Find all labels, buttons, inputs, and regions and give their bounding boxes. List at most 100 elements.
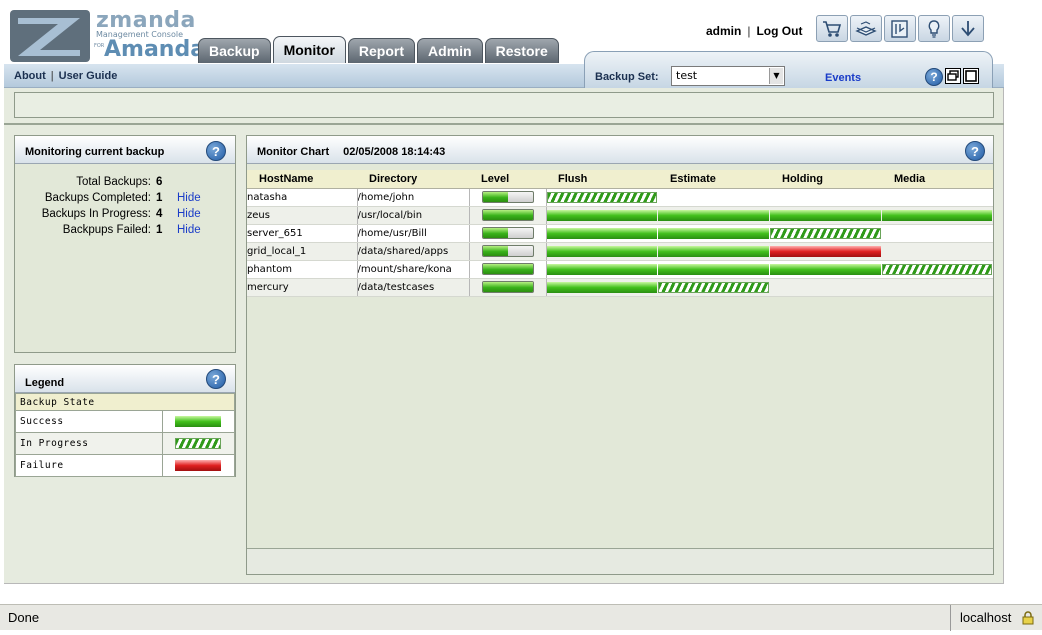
stat-row: Backups In Progress: 4 Hide <box>15 208 237 224</box>
maximize-window-icon[interactable] <box>963 68 979 84</box>
level-bar <box>481 245 534 257</box>
status-text: Done <box>8 610 40 625</box>
tab-admin[interactable]: Admin <box>417 38 483 63</box>
stat-row: Backups Completed: 1 Hide <box>15 192 237 208</box>
main-tabs: Backup Monitor Report Admin Restore <box>198 36 559 63</box>
monitor-chart-table: HostName Directory Level Flush Estimate Holdi… <box>247 170 993 297</box>
hide-link[interactable]: Hide <box>177 192 201 204</box>
stat-label: Backups Completed: <box>44 192 151 204</box>
stage-bar-success <box>546 209 657 221</box>
legend-label: In Progress <box>14 432 164 455</box>
browser-status-bar: Done localhost <box>0 604 1042 631</box>
level-fill <box>482 192 508 202</box>
stage-bar-success <box>546 281 657 293</box>
legend-swatch-failure <box>175 460 222 471</box>
legend-table: Backup State Success In Progress Failure <box>14 393 235 477</box>
column-header: HostName <box>247 170 357 189</box>
stage-cell <box>770 188 882 207</box>
level-bar <box>481 227 534 239</box>
table-row: natasha/home/john <box>247 188 993 207</box>
stat-value: 1 <box>156 192 163 204</box>
stage-cell <box>882 278 993 297</box>
tab-backup[interactable]: Backup <box>198 38 271 63</box>
user-separator: | <box>747 24 751 38</box>
stage-bar-inprogress <box>658 281 769 293</box>
stage-cell <box>770 278 882 297</box>
stage-cell <box>882 260 993 279</box>
level-fill <box>482 210 533 220</box>
level-cell <box>469 278 547 297</box>
table-row: zeus/usr/local/bin <box>247 206 993 225</box>
help-icon[interactable]: ? <box>925 68 943 86</box>
help-icon[interactable]: ? <box>206 369 226 389</box>
panel-icons: ? <box>925 68 979 86</box>
chevron-down-icon[interactable]: ▼ <box>769 68 783 84</box>
stage-cell <box>658 188 770 207</box>
stage-cell <box>658 278 770 297</box>
logo-product: Amanda <box>104 37 206 62</box>
tab-monitor[interactable]: Monitor <box>272 36 346 63</box>
column-header: Estimate <box>658 170 770 189</box>
logout-link[interactable]: Log Out <box>756 24 802 38</box>
level-bar <box>481 209 534 221</box>
hide-link[interactable]: Hide <box>177 208 201 220</box>
legend-swatch-cell <box>162 410 235 433</box>
legend-header: Backup State <box>15 393 235 411</box>
restore-window-icon[interactable] <box>945 68 961 84</box>
stage-cell <box>546 278 658 297</box>
level-cell <box>469 188 547 207</box>
stage-bar-success <box>658 245 769 257</box>
stage-bar-success <box>770 263 881 275</box>
legend-label: Success <box>14 410 164 433</box>
tab-restore[interactable]: Restore <box>484 38 559 63</box>
stage-cell <box>546 242 658 261</box>
backup-set-label: Backup Set: <box>595 71 659 83</box>
level-bar <box>481 281 534 293</box>
stage-cell <box>882 206 993 225</box>
events-link[interactable]: Events <box>825 72 861 84</box>
manual-icon[interactable] <box>884 15 916 42</box>
level-bar <box>481 191 534 203</box>
table-row: grid_local_1/data/shared/apps <box>247 242 993 261</box>
status-host: localhost <box>950 605 1042 631</box>
legend-swatch-inprogress <box>175 438 222 449</box>
stage-cell <box>546 188 658 207</box>
legend-swatch-cell <box>162 432 235 455</box>
download-icon[interactable] <box>952 15 984 42</box>
book-icon[interactable] <box>850 15 882 42</box>
stat-value: 6 <box>156 176 163 188</box>
help-icon[interactable]: ? <box>206 141 226 161</box>
stage-bar-inprogress <box>770 227 881 239</box>
hide-link[interactable]: Hide <box>177 224 201 236</box>
zmanda-logo[interactable]: zmanda Management Console FOR Amanda <box>10 8 205 64</box>
stage-bar-failure <box>770 245 881 257</box>
directory-cell: /home/usr/Bill <box>357 224 470 243</box>
cart-icon[interactable] <box>816 15 848 42</box>
tab-report[interactable]: Report <box>347 38 416 63</box>
backup-set-select[interactable]: test ▼ <box>671 66 785 86</box>
host-cell: mercury <box>247 278 358 297</box>
level-cell <box>469 206 547 225</box>
stage-cell <box>770 242 882 261</box>
directory-cell: /home/john <box>357 188 470 207</box>
about-link[interactable]: About <box>14 70 46 82</box>
level-cell <box>469 242 547 261</box>
column-header: Directory <box>357 170 469 189</box>
lightbulb-icon[interactable] <box>918 15 950 42</box>
user-guide-link[interactable]: User Guide <box>59 70 118 82</box>
backup-set-panel: Backup Set: test ▼ Events ? <box>584 51 993 88</box>
app-window: zmanda Management Console FOR Amanda Bac… <box>4 6 1004 584</box>
monitoring-panel-title: Monitoring current backup <box>25 146 165 158</box>
stage-cell <box>546 224 658 243</box>
help-icon[interactable]: ? <box>965 141 985 161</box>
directory-cell: /mount/share/kona <box>357 260 470 279</box>
table-row: mercury/data/testcases <box>247 278 993 297</box>
stat-label: Total Backups: <box>76 176 151 188</box>
directory-cell: /data/testcases <box>357 278 470 297</box>
chart-datetime: 02/05/2008 18:14:43 <box>343 146 446 158</box>
stage-cell <box>882 242 993 261</box>
stage-cell <box>882 224 993 243</box>
monitor-chart-panel: Monitor Chart 02/05/2008 18:14:43 ? Host… <box>246 135 994 575</box>
status-host-label: localhost <box>960 610 1012 625</box>
stage-bar-success <box>658 263 769 275</box>
